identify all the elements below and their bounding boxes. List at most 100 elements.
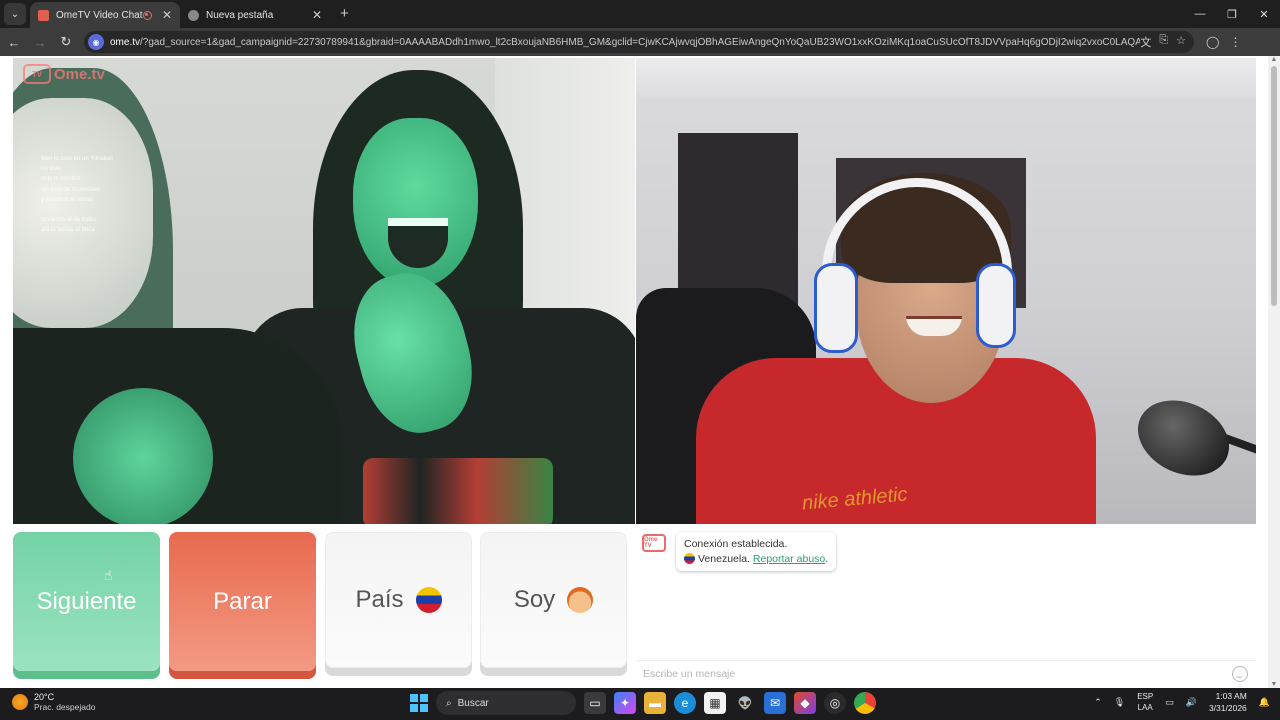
weather-condition: Prac. despejado — [34, 702, 96, 712]
page-scrollbar[interactable]: ▲ ▼ — [1268, 56, 1280, 688]
scrollbar-thumb[interactable] — [1271, 66, 1277, 306]
copilot-icon[interactable]: ✦ — [614, 692, 636, 714]
new-tab-button[interactable]: + — [340, 5, 349, 22]
obs-studio-icon[interactable]: ◎ — [824, 692, 846, 714]
system-tray: ⌃ 🎙 ESP LAA ▭ 🔊 1:03 AM 3/31/2026 🔔 — [1094, 690, 1270, 714]
connection-status-text: Conexión establecida. — [684, 538, 788, 550]
windows-start-icon[interactable] — [410, 694, 428, 712]
boy-face-icon — [567, 587, 594, 613]
restore-icon[interactable]: ❐ — [1216, 0, 1248, 28]
temperature: 20°C — [34, 692, 55, 702]
site-info-icon[interactable]: ◉ — [88, 34, 104, 50]
file-explorer-icon[interactable]: ▬ — [644, 692, 666, 714]
system-message: Ome TV Conexión establecida. Venezuela. … — [642, 532, 837, 571]
tab-search-chevron-icon[interactable]: ⌄ — [4, 3, 26, 25]
stop-button[interactable]: Parar — [169, 532, 316, 671]
edge-browser-icon[interactable]: e — [674, 692, 696, 714]
partly-clear-icon — [12, 694, 28, 710]
recording-indicator-icon — [142, 10, 152, 20]
scroll-down-icon[interactable]: ▼ — [1270, 681, 1278, 688]
gender-button[interactable]: Soy — [480, 532, 627, 668]
language-indicator[interactable]: ESP LAA — [1137, 691, 1153, 713]
task-view-icon[interactable]: ▭ — [584, 692, 606, 714]
microsoft-store-icon[interactable]: ▦ — [704, 692, 726, 714]
caption-line: ahi tú tenías el boca — [41, 227, 95, 234]
taskbar-clock[interactable]: 1:03 AM 3/31/2026 — [1209, 690, 1247, 714]
video-background-ceiling — [636, 58, 1256, 98]
chrome-icon[interactable] — [854, 692, 876, 714]
tray-overflow-chevron-icon[interactable]: ⌃ — [1094, 697, 1102, 708]
ometv-page: TV Ome.tv bien lo creo en un Yonaikel no… — [0, 56, 1280, 688]
report-abuse-link[interactable]: Reportar abuso — [753, 553, 825, 565]
venezuela-flag-icon — [684, 553, 695, 564]
stop-button-label: Parar — [213, 587, 272, 615]
stranger-video: TV Ome.tv bien lo creo en un Yonaikel no… — [13, 58, 635, 524]
url-path: /?gad_source=1&gad_campaignid=2273078994… — [140, 36, 1141, 48]
back-arrow-icon[interactable]: ← — [2, 30, 26, 54]
scroll-up-icon[interactable]: ▲ — [1270, 56, 1278, 63]
tab-title: OmeTV Video Chat — Ome — [56, 9, 143, 21]
menu-kebab-icon[interactable]: ⋮ — [1229, 35, 1241, 49]
next-button[interactable]: Siguiente — [13, 532, 160, 671]
caption-line — [41, 205, 113, 215]
taskbar-search[interactable]: ⌕ Buscar — [436, 691, 576, 715]
volume-icon[interactable]: 🔊 — [1186, 697, 1197, 708]
caption-line: tu vamos al de todos — [41, 217, 97, 224]
tab-title: Nueva pestaña — [206, 9, 274, 21]
video-figure — [73, 388, 213, 524]
bookmark-star-icon[interactable]: ☆ — [1176, 34, 1186, 50]
translate-icon[interactable]: 文 — [1140, 34, 1151, 50]
microphone-tray-icon[interactable]: 🎙 — [1114, 697, 1125, 708]
clock-date: 3/31/2026 — [1208, 703, 1247, 713]
microphone-icon — [1125, 386, 1242, 490]
close-window-icon[interactable]: ✕ — [1248, 0, 1280, 28]
country-name: Venezuela. — [698, 553, 750, 565]
network-icon[interactable]: ▭ — [1165, 697, 1174, 708]
country-button-label: País — [355, 586, 404, 613]
office-apps-icon[interactable]: ◆ — [794, 692, 816, 714]
message-bubble: Conexión establecida. Venezuela. Reporta… — [676, 532, 837, 571]
notifications-bell-icon[interactable]: 🔔 — [1259, 697, 1270, 708]
reload-icon[interactable]: ↻ — [54, 30, 78, 54]
next-button-label: Siguiente — [36, 587, 137, 615]
message-country-line: Venezuela. Reportar abuso. — [684, 552, 828, 567]
close-tab-icon[interactable]: ✕ — [312, 8, 322, 22]
logo-text: Ome.tv — [54, 65, 105, 83]
windows-taskbar: 20°C Prac. despejado ⌕ Buscar ▭ ✦ ▬ e ▦ … — [0, 688, 1280, 720]
minimize-icon[interactable]: — — [1184, 0, 1216, 28]
window-controls: — ❐ ✕ — [1184, 0, 1280, 28]
headset-icon — [814, 263, 858, 353]
tab-new-tab[interactable]: Nueva pestaña ✕ — [180, 2, 330, 28]
chrome-favicon-icon — [188, 9, 199, 21]
report-suffix: . — [825, 553, 829, 565]
caption-line: ni tu ni hombre — [41, 176, 81, 183]
browser-toolbar: ← → ↻ ◉ ome.tv/?gad_source=1&gad_campaig… — [0, 28, 1280, 56]
url-host: ome.tv — [110, 36, 141, 48]
wall-poster — [678, 133, 798, 308]
tab-ometv[interactable]: OmeTV Video Chat — Ome ✕ — [30, 2, 180, 28]
profile-icon[interactable]: ◯ — [1206, 35, 1219, 49]
headset-icon — [976, 263, 1016, 348]
alien-app-icon[interactable]: 👽 — [734, 692, 756, 714]
weather-widget[interactable]: 20°C Prac. despejado — [12, 692, 95, 712]
search-icon: ⌕ — [446, 697, 452, 709]
emoji-smiley-icon[interactable] — [1232, 665, 1248, 682]
self-video: nike athletic — [636, 58, 1256, 524]
forward-arrow-icon[interactable]: → — [28, 30, 52, 54]
close-tab-icon[interactable]: ✕ — [162, 8, 172, 22]
mail-icon[interactable]: ✉ — [764, 692, 786, 714]
chat-input-bar — [636, 660, 1256, 686]
omnibox-actions: 文 ⎘ ☆ — [1140, 34, 1186, 50]
tv-logo-icon: TV — [23, 64, 51, 84]
install-app-icon[interactable]: ⎘ — [1159, 34, 1168, 50]
clock-time: 1:03 AM — [1215, 691, 1247, 701]
caption-line: sin esto de reconocen — [41, 186, 100, 193]
language-code: ESP — [1137, 692, 1154, 701]
video-figure — [363, 458, 553, 524]
message-input[interactable] — [643, 667, 1232, 680]
mouse-cursor-icon: ☝ — [104, 567, 113, 583]
address-bar[interactable]: ◉ ome.tv/?gad_source=1&gad_campaignid=22… — [84, 31, 1194, 53]
country-button[interactable]: País — [325, 532, 472, 668]
url-text[interactable]: ome.tv/?gad_source=1&gad_campaignid=2273… — [110, 37, 1140, 48]
caption-line: no tuve — [41, 166, 61, 173]
